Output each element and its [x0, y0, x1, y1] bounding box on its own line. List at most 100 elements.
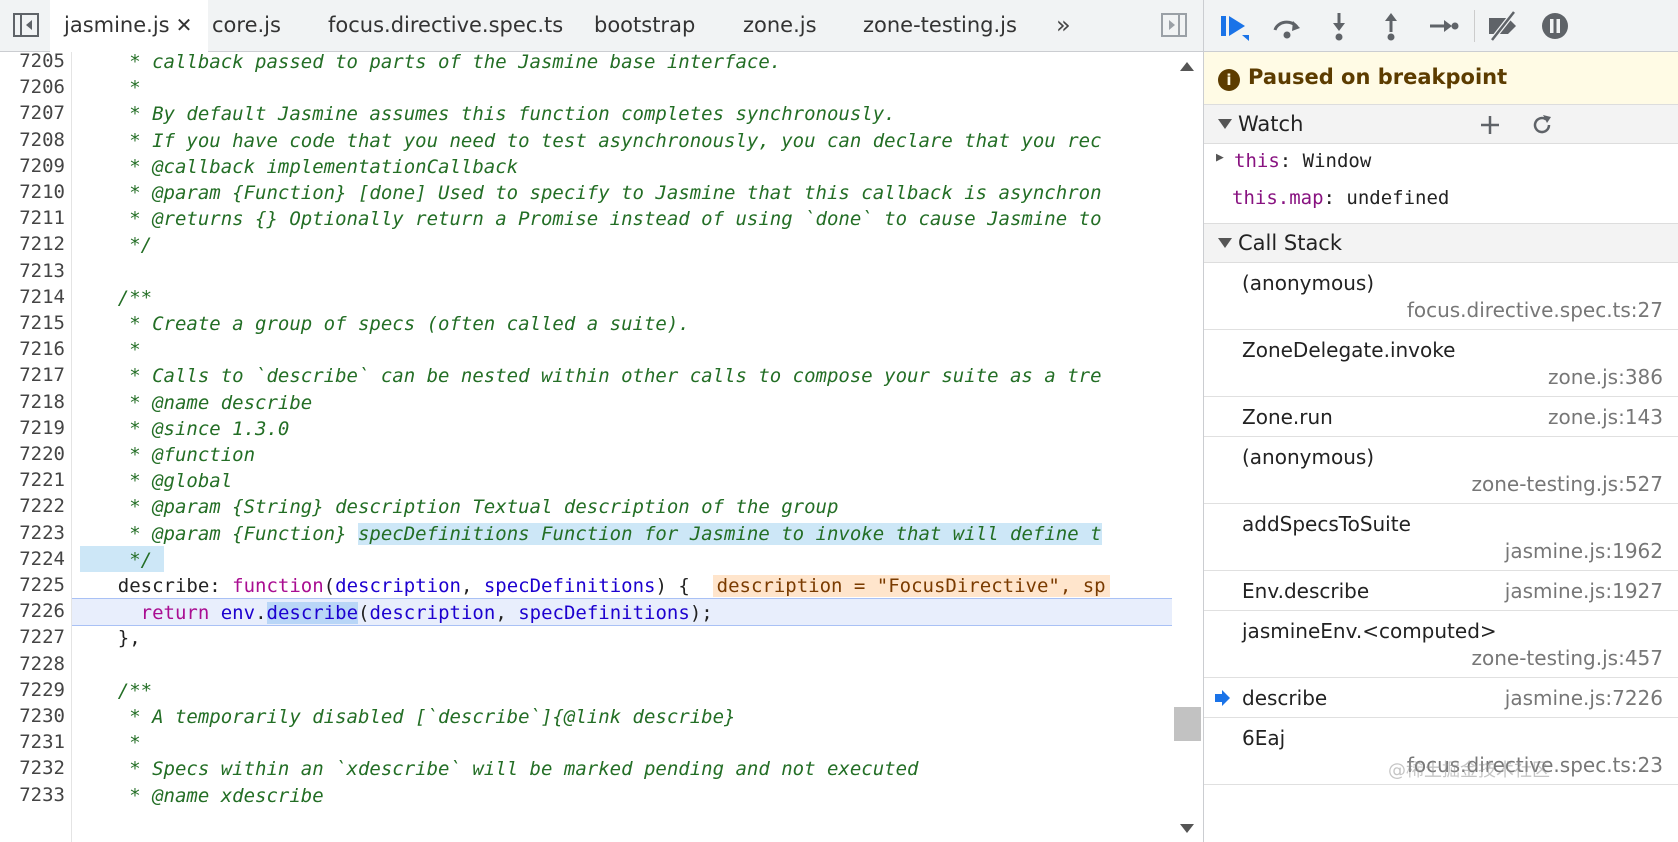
tab-zone-js[interactable]: zone.js — [743, 0, 817, 51]
line-number[interactable]: 7208 — [19, 129, 65, 151]
line-number[interactable]: 7227 — [19, 626, 65, 648]
tab-bootstrap[interactable]: bootstrap — [594, 0, 695, 51]
line-number[interactable]: 7231 — [19, 731, 65, 753]
code-line[interactable]: /** — [72, 677, 1203, 705]
watch-expression-row[interactable]: this.map: undefined — [1204, 183, 1678, 219]
code-line[interactable]: * callback passed to parts of the Jasmin… — [72, 52, 1203, 76]
line-number[interactable]: 7206 — [19, 76, 65, 98]
refresh-icon[interactable] — [1530, 113, 1554, 137]
tab-focus-directive-spec-ts[interactable]: focus.directive.spec.ts — [328, 0, 563, 51]
line-number[interactable]: 7223 — [19, 522, 65, 544]
code-line[interactable]: }, — [72, 624, 1203, 652]
code-line[interactable]: * @name describe — [72, 389, 1203, 417]
watch-section-header[interactable]: Watch — [1204, 104, 1678, 144]
code-line[interactable]: * A temporarily disabled [`describe`]{@l… — [72, 703, 1203, 731]
call-frame-location[interactable]: zone-testing.js:527 — [1471, 472, 1663, 496]
call-frame[interactable]: ZoneDelegate.invoke zone.js:386 — [1204, 330, 1678, 397]
code-line[interactable]: * @callback implementationCallback — [72, 153, 1203, 181]
code-line[interactable]: * — [72, 729, 1203, 757]
line-number[interactable]: 7211 — [19, 207, 65, 229]
call-frame-location[interactable]: jasmine.js:1927 — [1505, 579, 1663, 603]
resume-icon[interactable] — [1218, 10, 1252, 42]
line-number[interactable]: 7229 — [19, 679, 65, 701]
line-number[interactable]: 7214 — [19, 286, 65, 308]
call-frame-location[interactable]: jasmine.js:1962 — [1505, 539, 1663, 563]
line-number[interactable]: 7233 — [19, 784, 65, 806]
code-line[interactable]: * @param {Function} [done] Used to speci… — [72, 179, 1203, 207]
line-number[interactable]: 7222 — [19, 495, 65, 517]
code-line[interactable]: * By default Jasmine assumes this functi… — [72, 100, 1203, 128]
line-number[interactable]: 7224 — [19, 548, 65, 570]
line-number[interactable]: 7212 — [19, 233, 65, 255]
line-number[interactable]: 7205 — [19, 50, 65, 72]
code-line[interactable]: */ — [72, 545, 1203, 574]
call-frame-current[interactable]: describe jasmine.js:7226 — [1204, 678, 1678, 718]
editor-vertical-scrollbar[interactable] — [1172, 52, 1203, 842]
toggle-debugger-icon[interactable] — [1160, 11, 1188, 39]
add-watch-expression-icon[interactable] — [1478, 113, 1502, 137]
code-area[interactable]: * callback passed to parts of the Jasmin… — [72, 52, 1203, 842]
call-frame[interactable]: Env.describe jasmine.js:1927 — [1204, 571, 1678, 611]
step-out-icon[interactable] — [1374, 10, 1408, 42]
code-line[interactable]: * Create a group of specs (often called … — [72, 310, 1203, 338]
more-tabs-button[interactable]: » — [1056, 0, 1071, 51]
line-number-gutter[interactable]: 7205 7206 7207 7208 7209 7210 7211 7212 7213 7214… — [0, 50, 72, 842]
scrollbar-thumb[interactable] — [1174, 707, 1201, 741]
code-line[interactable]: * @since 1.3.0 — [72, 415, 1203, 443]
line-number[interactable]: 7213 — [19, 260, 65, 282]
line-number[interactable]: 7230 — [19, 705, 65, 727]
line-number[interactable]: 7207 — [19, 102, 65, 124]
code-line[interactable]: * @returns {} Optionally return a Promis… — [72, 205, 1203, 233]
expand-triangle-icon[interactable]: ▶ — [1216, 150, 1224, 165]
line-number[interactable]: 7215 — [19, 312, 65, 334]
code-line[interactable]: describe: function(description, specDefi… — [72, 572, 1203, 600]
code-line[interactable]: * — [72, 74, 1203, 102]
pause-on-exceptions-icon[interactable] — [1538, 10, 1572, 42]
code-line[interactable]: * @name xdescribe — [72, 782, 1203, 810]
code-line[interactable]: * — [72, 336, 1203, 364]
line-number[interactable]: 7232 — [19, 757, 65, 779]
code-line[interactable]: /** — [72, 284, 1203, 312]
tab-core-js[interactable]: core.js — [212, 0, 281, 51]
code-line[interactable] — [72, 651, 1203, 679]
call-frame[interactable]: (anonymous) focus.directive.spec.ts:27 — [1204, 263, 1678, 330]
code-line[interactable]: * @param {Function} specDefinitions Func… — [72, 520, 1203, 548]
toggle-navigator-icon[interactable] — [12, 11, 40, 39]
deactivate-breakpoints-icon[interactable] — [1486, 10, 1520, 42]
line-number[interactable]: 7225 — [19, 574, 65, 596]
call-frame-location[interactable]: zone.js:143 — [1548, 405, 1663, 429]
step-into-icon[interactable] — [1322, 10, 1356, 42]
code-line[interactable]: * @param {String} description Textual de… — [72, 493, 1203, 521]
watch-expression-row[interactable]: ▶ this: Window — [1204, 146, 1678, 182]
scroll-down-arrow-icon[interactable] — [1180, 824, 1194, 833]
collapse-triangle-icon[interactable] — [1218, 238, 1232, 248]
code-line[interactable] — [72, 258, 1203, 286]
code-line[interactable]: * @function — [72, 441, 1203, 469]
call-frame-location[interactable]: focus.directive.spec.ts:27 — [1407, 298, 1663, 322]
line-number[interactable]: 7216 — [19, 338, 65, 360]
step-icon[interactable] — [1426, 10, 1460, 42]
line-number[interactable]: 7219 — [19, 417, 65, 439]
call-frame[interactable]: (anonymous) zone-testing.js:527 — [1204, 437, 1678, 504]
code-line[interactable]: * Specs within an `xdescribe` will be ma… — [72, 755, 1203, 783]
close-tab-icon[interactable]: ✕ — [176, 0, 193, 51]
line-number[interactable]: 7228 — [19, 653, 65, 675]
line-number[interactable]: 7218 — [19, 391, 65, 413]
call-frame[interactable]: jasmineEnv.<computed> zone-testing.js:457 — [1204, 611, 1678, 678]
call-frame-location[interactable]: zone.js:386 — [1548, 365, 1663, 389]
line-number[interactable]: 7209 — [19, 155, 65, 177]
call-frame-location[interactable]: zone-testing.js:457 — [1471, 646, 1663, 670]
line-number[interactable]: 7220 — [19, 443, 65, 465]
tab-zone-testing-js[interactable]: zone-testing.js — [863, 0, 1017, 51]
code-line[interactable]: * Calls to `describe` can be nested with… — [72, 362, 1203, 390]
call-frame[interactable]: addSpecsToSuite jasmine.js:1962 — [1204, 504, 1678, 571]
scroll-up-arrow-icon[interactable] — [1180, 62, 1194, 71]
line-number[interactable]: 7217 — [19, 364, 65, 386]
call-stack-section-header[interactable]: Call Stack — [1204, 223, 1678, 263]
line-number[interactable]: 7210 — [19, 181, 65, 203]
call-frame[interactable]: Zone.run zone.js:143 — [1204, 397, 1678, 437]
collapse-triangle-icon[interactable] — [1218, 119, 1232, 129]
line-number[interactable]: 7226 — [19, 600, 65, 622]
code-line[interactable]: */ — [72, 231, 1203, 259]
tab-jasmine-js[interactable]: jasmine.js ✕ — [50, 0, 209, 52]
